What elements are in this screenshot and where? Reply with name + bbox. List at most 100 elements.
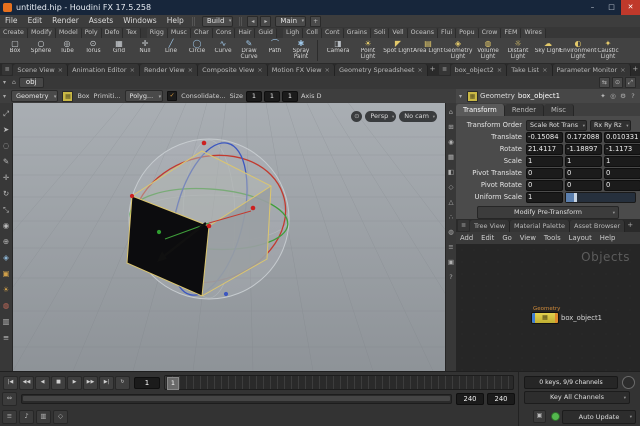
display-options-icon[interactable]: ≡ [446,240,456,255]
pane-maximize-icon[interactable]: ⤢ [625,77,636,88]
environment-light-tool[interactable]: ◐ Environment Light [560,38,597,63]
parameter-y-field[interactable]: 1 [565,155,602,167]
shelf-tab[interactable]: FEM [501,28,522,38]
range-end-field[interactable]: 240 [456,393,484,405]
pose-icon[interactable]: ◉ [1,218,12,234]
parameter-x-field[interactable]: 0 [526,179,563,191]
geometry-node[interactable]: Geometry ▦ box_object1 [531,306,602,324]
parameter-y-field[interactable]: -1.18897 [565,143,602,155]
pane-tab[interactable]: Animation Editor [68,64,141,76]
menu-item[interactable]: Render [47,15,84,27]
shelf-tab[interactable]: Coll [303,28,322,38]
uniform-scale-field[interactable]: 1 [526,191,563,203]
go-end-button[interactable]: ▶| [99,375,114,390]
node-name-label[interactable]: box_object1 [518,92,560,100]
shelf-tab[interactable]: Hair [235,28,256,38]
close-tab-icon[interactable] [542,64,547,76]
network-editor[interactable]: Objects Geometry ▦ box_object1 [456,244,640,371]
expand-viewport-icon[interactable]: ⤢ [1,106,12,122]
draw-curve-tool[interactable]: ✎ Draw Curve [236,38,262,63]
menu-item[interactable]: Assets [84,15,118,27]
tab-misc[interactable]: Misc [544,104,575,116]
pane-tab[interactable]: Parameter Monitor [552,64,631,76]
close-tab-icon[interactable] [620,64,625,76]
render-region-icon[interactable]: ◍ [1,298,12,314]
volume-light-tool[interactable]: ◍ Volume Light [473,38,503,63]
parameter-y-field[interactable]: 0 [565,179,602,191]
pane-tab[interactable]: Take List [507,64,553,76]
volume-icon[interactable]: ◍ [446,225,456,240]
node-bypass-flag[interactable] [532,313,535,323]
pane-menu-icon[interactable]: ≣ [439,64,450,75]
circle-tool[interactable]: ◯ Circle [184,38,210,63]
shelf-tab[interactable]: Ligh [282,28,304,38]
parameter-x-field[interactable]: 1 [526,155,563,167]
link-pane-icon[interactable]: ⇆ [599,77,610,88]
playhead[interactable]: 1 [167,377,179,390]
torus-tool[interactable]: ⊙ Torus [80,38,106,63]
path-context-chip[interactable]: obj [18,77,44,88]
network-menu-item[interactable]: Tools [540,232,565,244]
minimize-button[interactable]: – [583,0,602,15]
snapshot-icon[interactable]: ▣ [446,255,456,270]
timeline-ruler[interactable]: 1 [164,375,514,390]
select-icon[interactable]: ➤ [1,122,12,138]
parameter-x-field[interactable]: -0.15084 [526,131,563,143]
pane-tab[interactable]: box_object2 [450,64,508,76]
help-icon[interactable]: ? [446,270,456,285]
close-button[interactable]: ✕ [621,0,640,15]
transform-order-select[interactable]: Scale Rot Trans [526,119,587,131]
tube-tool[interactable]: ◎ Tube [54,38,80,63]
shelf-tab[interactable]: Rigg [146,28,168,38]
normals-icon[interactable]: △ [446,195,456,210]
modify-pretransform-button[interactable]: Modify Pre-Transform [477,206,619,219]
pane-tab[interactable]: Motion FX View [267,64,335,76]
key-all-channels-select[interactable]: Key All Channels [524,391,630,404]
shelf-tab[interactable]: Cont [321,28,344,38]
area-light-tool[interactable]: ▤ Area Light [413,38,443,63]
pane-tab[interactable]: Tree View [470,220,511,232]
pane-menu-icon[interactable]: ≣ [458,220,469,231]
curve-tool[interactable]: ∿ Curve [210,38,236,63]
close-tab-icon[interactable] [58,64,63,76]
paint-select-icon[interactable]: ✎ [1,154,12,170]
close-tab-icon[interactable] [188,64,193,76]
wireframe-icon[interactable]: ◇ [446,180,456,195]
distant-light-tool[interactable]: ☼ Distant Light [503,38,533,63]
prev-key-button[interactable]: ◀◀ [19,375,34,390]
rotate-order-select[interactable]: Rx Ry Rz [590,119,631,131]
add-pane-tab-button[interactable]: + [625,220,635,231]
size-y-field[interactable]: 1 [263,90,280,102]
loop-button[interactable]: ↻ [115,375,130,390]
notes-icon[interactable]: ≡ [1,330,12,346]
frame-range-bar[interactable] [23,396,450,401]
home-view-icon[interactable]: ⌂ [446,105,456,120]
pane-tab[interactable]: Render View [140,64,199,76]
shelf-tab[interactable]: Vell [389,28,408,38]
shelf-tab[interactable]: Char [191,28,213,38]
set-key-button[interactable] [622,376,635,389]
network-menu-item[interactable]: Go [498,232,515,244]
shelf-tab[interactable]: Crow [478,28,502,38]
slider-handle[interactable] [574,192,578,202]
shelf-tab[interactable]: Popu [456,28,479,38]
play-reverse-button[interactable]: ◀ [35,375,50,390]
chevron-down-icon[interactable]: ▾ [0,93,9,100]
size-z-field[interactable]: 1 [281,90,298,102]
camera-badge[interactable]: No cam [399,111,437,123]
translate-icon[interactable]: ✛ [1,170,12,186]
pane-tab[interactable]: Composite View [198,64,268,76]
range-lock-icon[interactable]: ⇔ [2,392,17,406]
gallery-icon[interactable]: ✦ [598,90,608,102]
add-pane-tab-button[interactable]: + [631,64,640,75]
pane-tab[interactable]: Geometry Spreadsheet [335,64,428,76]
spray-paint-tool[interactable]: ✱ Spray Paint [288,38,314,63]
pane-tab[interactable]: Material Palette [510,220,571,232]
grid-tool[interactable]: ▦ Grid [106,38,132,63]
playbar-options-icon[interactable]: ◇ [53,410,68,424]
next-key-button[interactable]: ▶▶ [83,375,98,390]
close-tab-icon[interactable] [325,64,330,76]
parameter-x-field[interactable]: 21.4117 [526,143,563,155]
home-icon[interactable]: ⌂ [9,79,19,86]
parameter-z-field[interactable]: 0.010331 [604,131,640,143]
